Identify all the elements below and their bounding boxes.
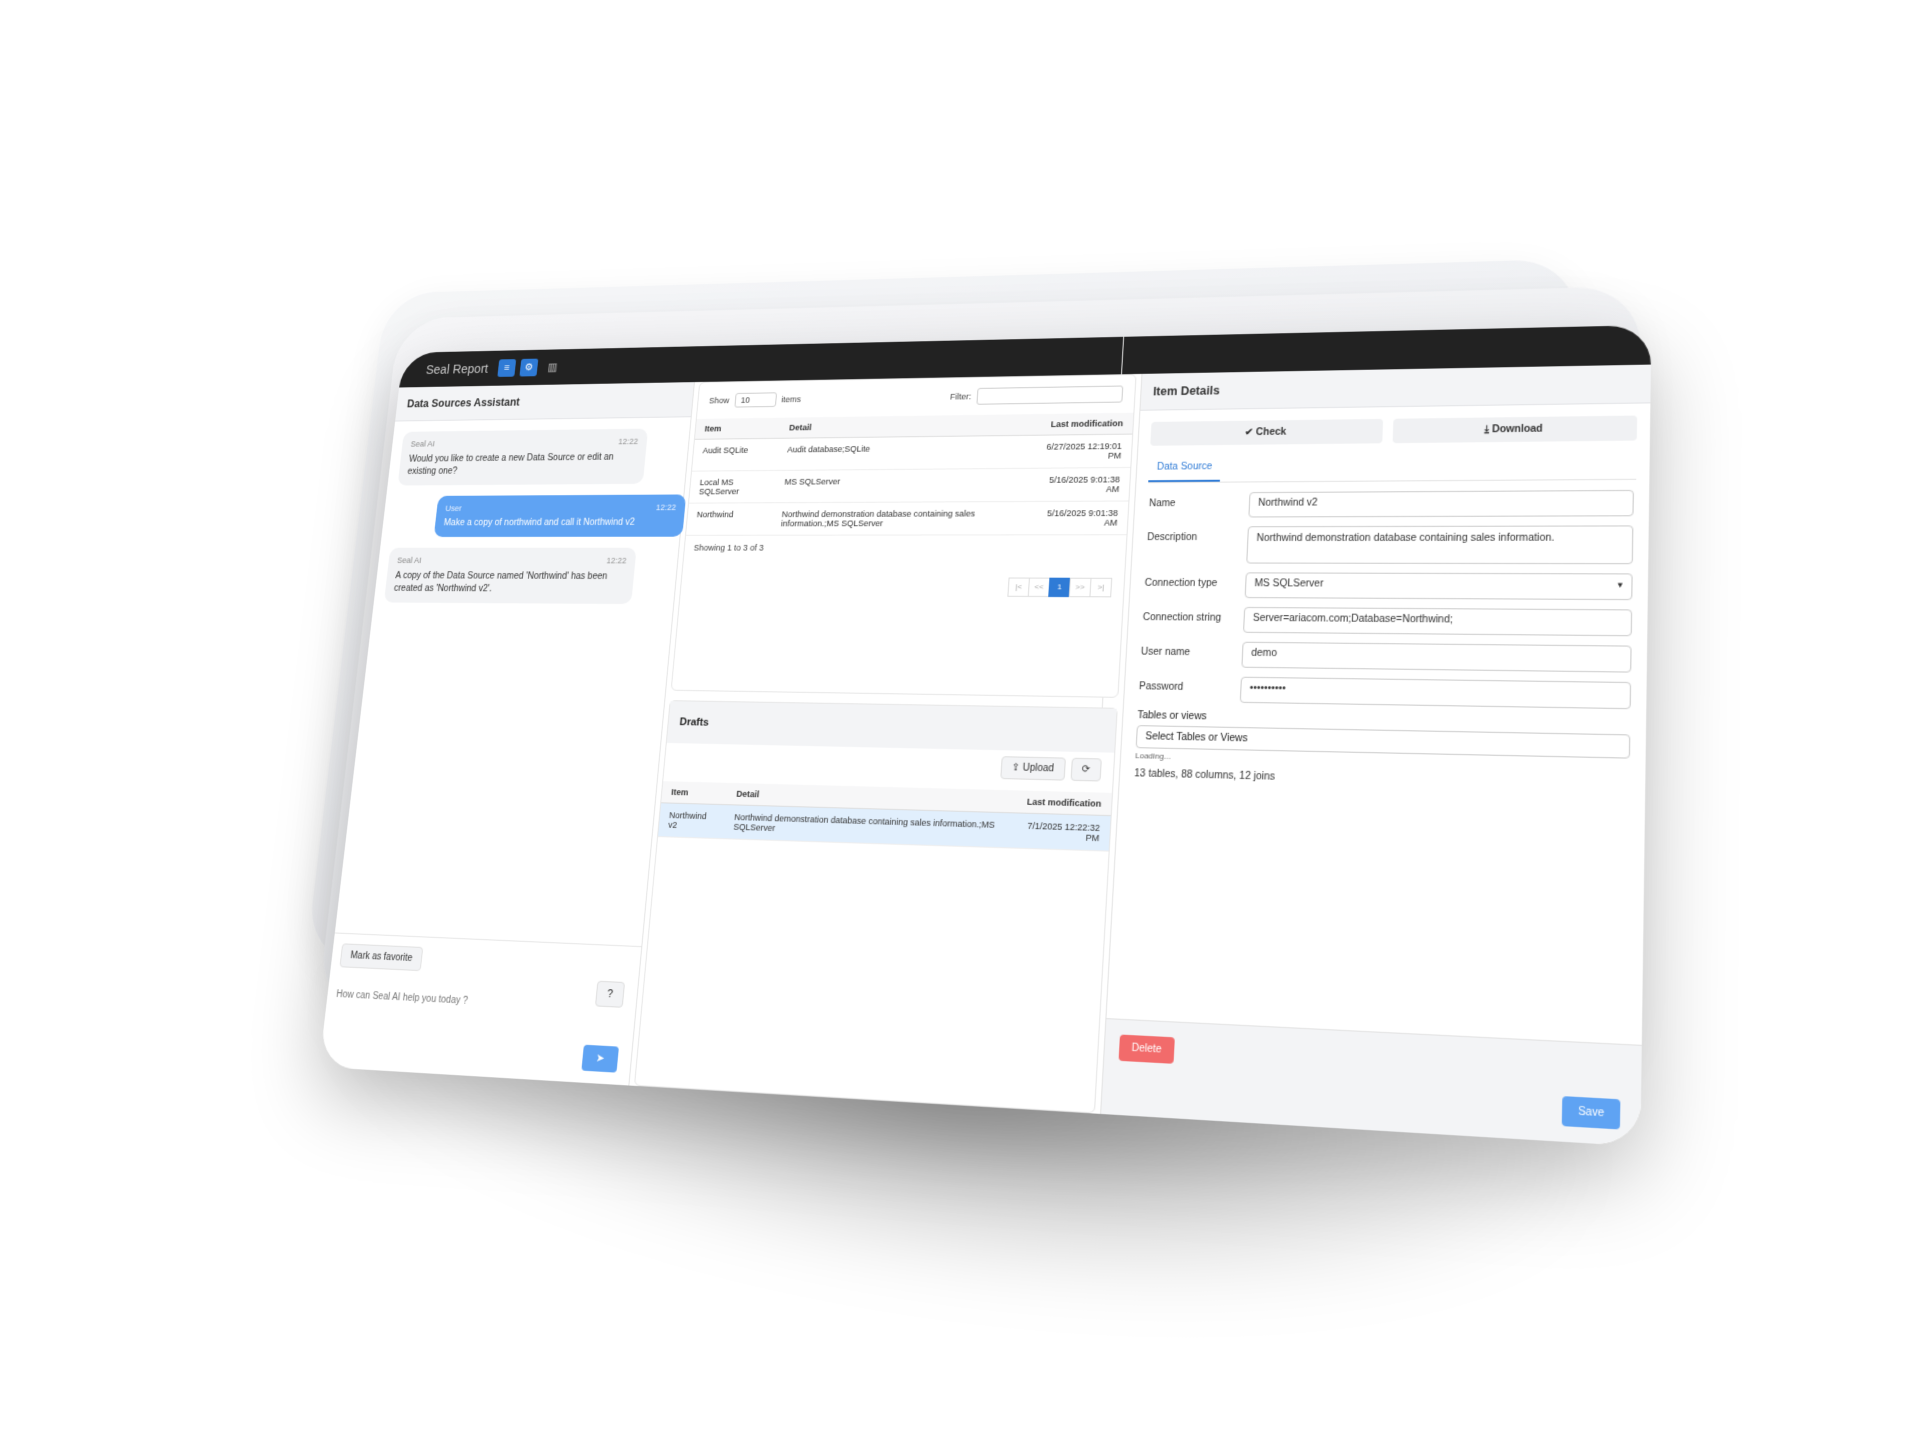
filter-label: Filter: — [949, 391, 972, 402]
chat-history: Seal AI 12:22 Would you like to create a… — [371, 417, 690, 626]
data-sources-panel: Show 10 items Filter: Item Detail Last m… — [670, 373, 1137, 698]
message-text: Would you like to create a new Data Sour… — [407, 452, 615, 477]
page-1-button[interactable]: 1 — [1048, 577, 1071, 598]
drafts-panel: Drafts ⇪ Upload ⟳ Item Detail Last modif… — [633, 700, 1118, 1114]
save-button[interactable]: Save — [1561, 1096, 1621, 1130]
cell-item: Northwind v2 — [658, 802, 727, 839]
send-button[interactable]: ➤ — [581, 1044, 619, 1073]
chat-message-ai: Seal AI 12:22 Would you like to create a… — [397, 428, 649, 486]
last-page-button[interactable]: >| — [1089, 577, 1113, 598]
message-text: A copy of the Data Source named 'Northwi… — [393, 570, 608, 594]
column-header-detail[interactable]: Detail — [779, 414, 1034, 439]
form-row-user-name: User name demo — [1140, 641, 1632, 673]
data-source-form: Name Northwind v2 Description Northwind … — [1119, 480, 1649, 803]
tab-data-source[interactable]: Data Source — [1148, 457, 1221, 483]
first-page-button[interactable]: |< — [1007, 577, 1030, 597]
cell-modified: 6/27/2025 12:19:01 PM — [1030, 434, 1133, 469]
items-label: items — [781, 394, 802, 405]
drafts-title: Drafts — [666, 701, 1117, 753]
message-time: 12:22 — [655, 502, 677, 512]
cell-detail: Northwind demonstration database contain… — [770, 501, 1029, 536]
app-title[interactable]: Seal Report — [425, 361, 489, 376]
message-sender: User — [445, 503, 463, 513]
filter-input[interactable] — [976, 385, 1124, 405]
download-label: Download — [1491, 423, 1543, 436]
tables-label: Tables or views — [1137, 710, 1207, 723]
help-button[interactable]: ? — [594, 980, 626, 1008]
pagination: |< << 1 >> >| — [1007, 577, 1113, 598]
cell-item: Local MS SQLServer — [688, 470, 777, 504]
connection-string-label: Connection string — [1142, 612, 1222, 624]
cell-item: Northwind — [685, 502, 774, 536]
menu-button[interactable]: ≡ — [497, 359, 517, 377]
name-label: Name — [1148, 498, 1176, 510]
table-controls: Show 10 items Filter: — [697, 375, 1136, 419]
form-row-connection-string: Connection string Server=ariacom.com;Dat… — [1142, 606, 1633, 637]
password-input[interactable]: •••••••••• — [1239, 676, 1632, 710]
showing-count: Showing 1 to 3 of 3 — [693, 543, 765, 553]
next-page-button[interactable]: >> — [1068, 577, 1092, 598]
cell-modified: 5/16/2025 9:01:38 AM — [1028, 467, 1131, 502]
assistant-title: Data Sources Assistant — [395, 382, 695, 422]
column-header-item[interactable]: Item — [694, 417, 782, 440]
prev-page-button[interactable]: << — [1027, 577, 1051, 598]
chat-composer: Mark as favorite ? How can Seal AI help … — [319, 932, 642, 1086]
page-size-select[interactable]: 10 — [733, 392, 777, 408]
chat-message-user: User 12:22 Make a copy of northwind and … — [433, 494, 687, 538]
download-button[interactable]: ⤓ Download — [1392, 415, 1638, 444]
tables-select[interactable]: Select Tables or Views — [1135, 725, 1631, 759]
table-row[interactable]: Northwind Northwind demonstration databa… — [685, 500, 1129, 536]
item-details-panel: Item Details ✔ Check ⤓ Download Data Sou… — [1100, 364, 1651, 1147]
cell-modified: 7/1/2025 12:22:32 PM — [1006, 812, 1111, 852]
message-time: 12:22 — [617, 436, 639, 447]
name-input[interactable]: Northwind v2 — [1248, 489, 1634, 518]
bar-chart-icon[interactable]: ▥ — [547, 361, 558, 374]
table-row[interactable]: Audit SQLite Audit database;SQLite 6/27/… — [691, 434, 1133, 472]
show-label: Show — [708, 395, 730, 406]
cell-modified: 5/16/2025 9:01:38 AM — [1026, 500, 1129, 535]
table-row[interactable]: Local MS SQLServer MS SQLServer 5/16/202… — [688, 467, 1131, 504]
chat-message-ai: Seal AI 12:22 A copy of the Data Source … — [383, 547, 637, 604]
device-mockup: Seal Report ≡ ⚙ ▥ ℹ ⇥ Data Sources Assis… — [305, 258, 1652, 1147]
tab-divider — [1148, 478, 1637, 484]
data-sources-table: Item Detail Last modification Audit SQLi… — [685, 412, 1134, 536]
cell-item: Audit SQLite — [691, 438, 780, 472]
cell-detail: MS SQLServer — [773, 468, 1031, 503]
message-sender: Seal AI — [410, 439, 436, 449]
column-header-item[interactable]: Item — [661, 781, 728, 805]
stage: Seal Report ≡ ⚙ ▥ ℹ ⇥ Data Sources Assis… — [0, 0, 1920, 1440]
settings-button[interactable]: ⚙ — [519, 358, 539, 377]
message-sender: Seal AI — [396, 555, 422, 565]
loading-text: Loading... — [1134, 751, 1172, 761]
chat-input[interactable]: How can Seal AI help you today ? — [336, 989, 469, 1006]
password-label: Password — [1138, 681, 1184, 693]
message-time: 12:22 — [606, 556, 627, 566]
form-row-name: Name Northwind v2 — [1148, 489, 1634, 518]
user-name-label: User name — [1140, 646, 1191, 659]
column-header-last-modification[interactable]: Last modification — [1032, 412, 1134, 436]
message-text: Make a copy of northwind and call it Nor… — [443, 517, 636, 529]
form-row-password: Password •••••••••• — [1138, 675, 1632, 710]
cell-detail: Audit database;SQLite — [776, 435, 1033, 471]
connection-string-input[interactable]: Server=ariacom.com;Database=Northwind; — [1242, 606, 1633, 637]
mark-favorite-button[interactable]: Mark as favorite — [339, 943, 424, 972]
delete-button[interactable]: Delete — [1118, 1034, 1175, 1064]
